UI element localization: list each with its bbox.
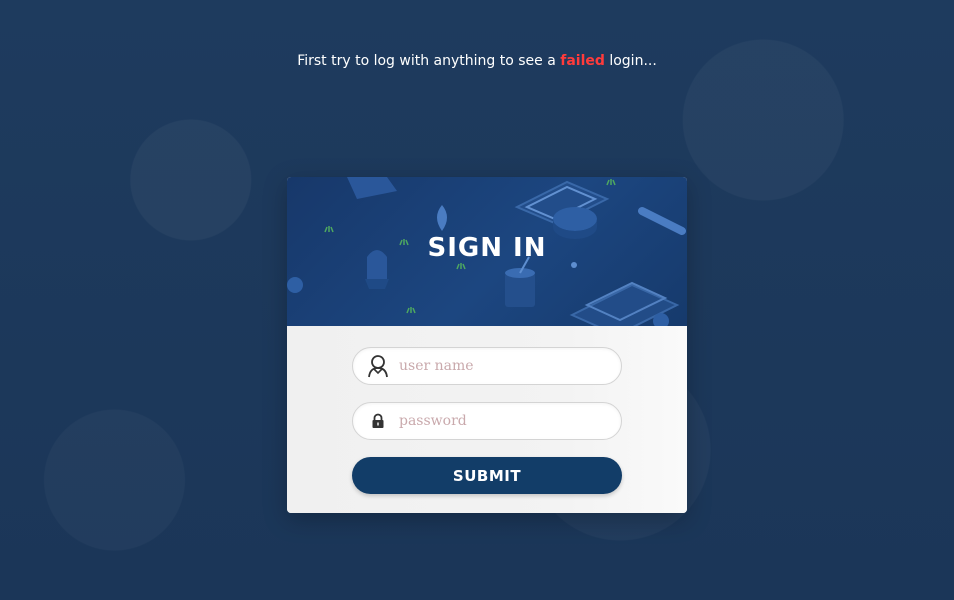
submit-button[interactable]: SUBMIT: [352, 457, 622, 494]
password-input[interactable]: [397, 412, 601, 430]
username-field[interactable]: [352, 347, 622, 385]
lock-icon: [365, 408, 391, 434]
password-field[interactable]: [352, 402, 622, 440]
card-header: SIGN IN: [287, 177, 687, 326]
hint-text-before: First try to log with anything to see a: [297, 53, 561, 69]
login-hint: First try to log with anything to see a …: [0, 53, 954, 69]
sign-in-title: SIGN IN: [427, 233, 547, 263]
hint-failed-word: failed: [560, 53, 605, 69]
card-body: SUBMIT: [287, 326, 687, 513]
hint-text-after: login...: [604, 53, 657, 69]
user-icon: [365, 353, 391, 379]
username-input[interactable]: [397, 357, 601, 375]
login-card: SIGN IN SUBMIT: [287, 177, 687, 513]
